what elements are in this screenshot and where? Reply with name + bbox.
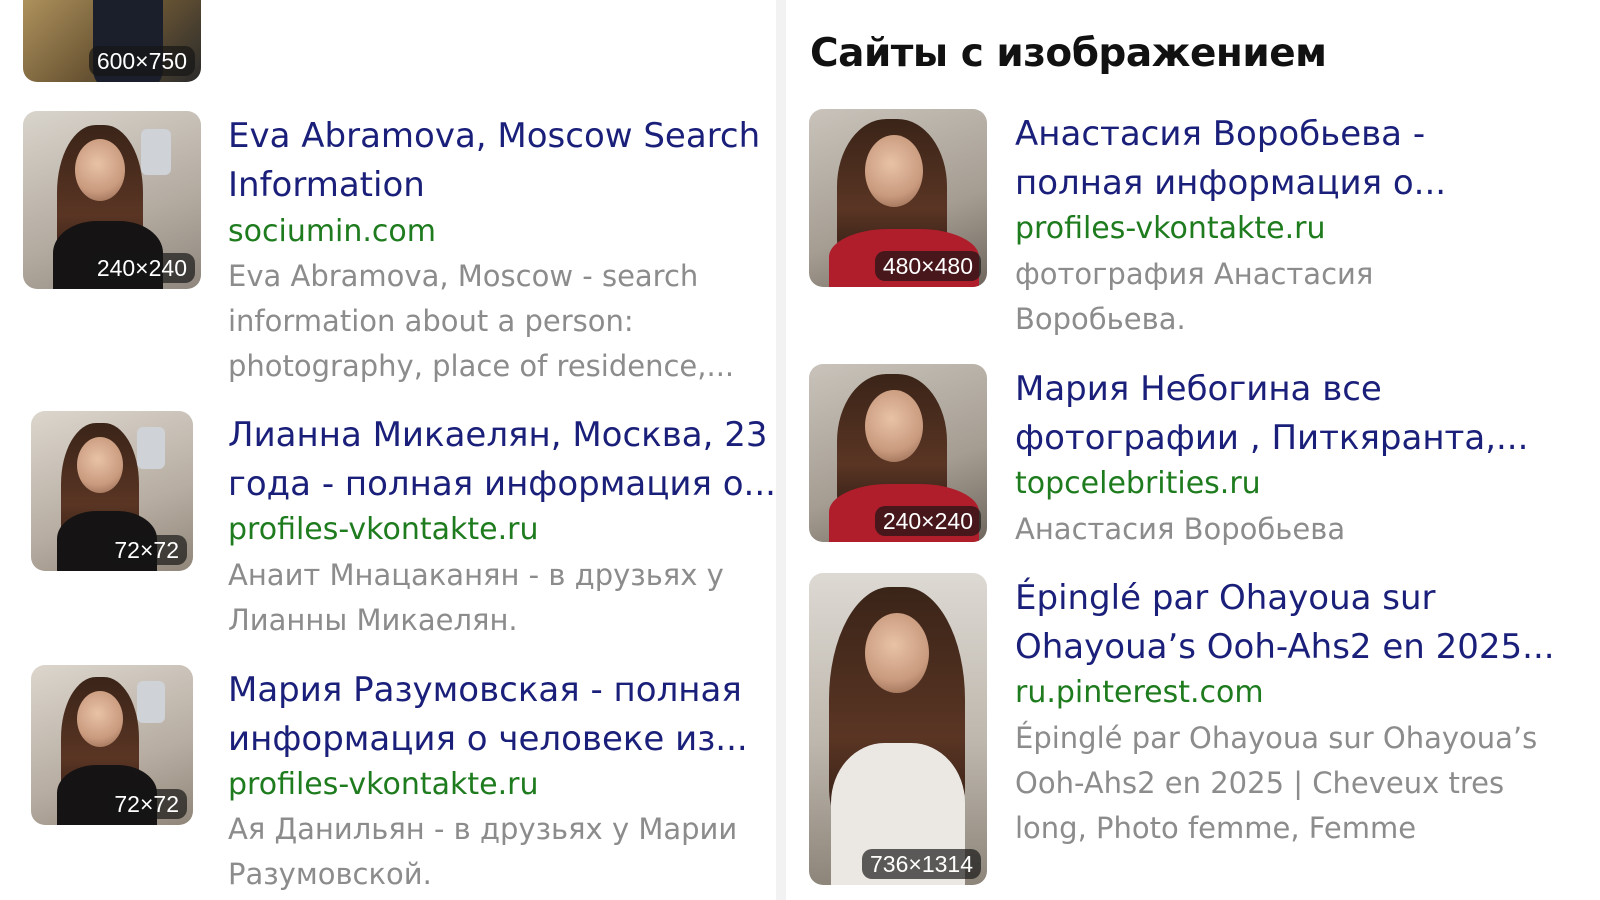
result-domain-link[interactable]: ru.pinterest.com xyxy=(1015,673,1264,713)
result-thumbnail[interactable]: 72×72 xyxy=(31,665,193,825)
result-title-line[interactable]: полная информация о... xyxy=(1015,159,1446,208)
result-thumbnail[interactable]: 480×480 xyxy=(809,109,987,287)
section-title: Сайты с изображением xyxy=(810,31,1327,76)
image-size-badge: 72×72 xyxy=(106,535,187,565)
result-title-line[interactable]: Анастасия Воробьева - xyxy=(1015,110,1425,159)
result-thumbnail[interactable]: 736×1314 xyxy=(809,573,987,885)
result-title-line[interactable]: информация о человеке из... xyxy=(228,715,748,764)
image-size-badge: 240×240 xyxy=(88,253,195,283)
result-thumbnail[interactable]: 72×72 xyxy=(31,411,193,571)
result-title-line[interactable]: фотографии , Питкяранта,... xyxy=(1015,414,1528,463)
result-snippet-line: Воробьева. xyxy=(1015,302,1186,336)
result-domain-link[interactable]: topcelebrities.ru xyxy=(1015,464,1261,504)
image-size-badge: 72×72 xyxy=(106,789,187,819)
result-title-line[interactable]: Лианна Микаелян, Москва, 23 xyxy=(228,411,767,460)
result-domain-link[interactable]: profiles-vkontakte.ru xyxy=(1015,209,1325,249)
result-domain-link[interactable]: profiles-vkontakte.ru xyxy=(228,765,538,805)
result-snippet-line: Ooh-Ahs2 en 2025 | Cheveux tres xyxy=(1015,766,1505,800)
result-snippet-line: Ая Данильян - в друзьях у Марии xyxy=(228,812,738,846)
result-thumbnail[interactable]: 240×240 xyxy=(23,111,201,289)
image-size-badge: 240×240 xyxy=(874,506,981,536)
result-snippet-line: photography, place of residence,... xyxy=(228,349,735,383)
result-domain-link[interactable]: profiles-vkontakte.ru xyxy=(228,510,538,550)
result-snippet-line: Разумовской. xyxy=(228,857,432,891)
image-size-badge: 736×1314 xyxy=(862,849,981,879)
panel-corner xyxy=(786,0,810,14)
result-domain-link[interactable]: sociumin.com xyxy=(228,212,436,252)
result-title-line[interactable]: Мария Разумовская - полная xyxy=(228,666,742,715)
result-thumbnail[interactable]: 600×750 xyxy=(23,0,201,82)
result-title-line[interactable]: Мария Небогина все xyxy=(1015,365,1382,414)
result-snippet-line: information about a person: xyxy=(228,304,634,338)
result-title-line[interactable]: Ohayoua’s Ooh-Ahs2 en 2025... xyxy=(1015,623,1555,672)
panel-divider xyxy=(776,0,786,900)
image-size-badge: 600×750 xyxy=(88,46,195,76)
result-snippet-line: Лианны Микаелян. xyxy=(228,603,518,637)
result-snippet-line: Épinglé par Ohayoua sur Ohayoua’s xyxy=(1015,721,1538,755)
result-title-line[interactable]: Épinglé par Ohayoua sur xyxy=(1015,574,1436,623)
result-title-line[interactable]: Eva Abramova, Moscow Search xyxy=(228,112,760,161)
result-title-line[interactable]: Information xyxy=(228,161,425,210)
result-snippet-line: Анастасия Воробьева xyxy=(1015,512,1346,546)
result-snippet-line: фотография Анастасия xyxy=(1015,257,1374,291)
result-snippet-line: long, Photo femme, Femme xyxy=(1015,811,1417,845)
image-size-badge: 480×480 xyxy=(874,251,981,281)
result-thumbnail[interactable]: 240×240 xyxy=(809,364,987,542)
result-title-line[interactable]: года - полная информация о... xyxy=(228,460,776,509)
result-snippet-line: Анаит Мнацаканян - в друзьях у xyxy=(228,558,724,592)
result-snippet-line: Eva Abramova, Moscow - search xyxy=(228,259,699,293)
